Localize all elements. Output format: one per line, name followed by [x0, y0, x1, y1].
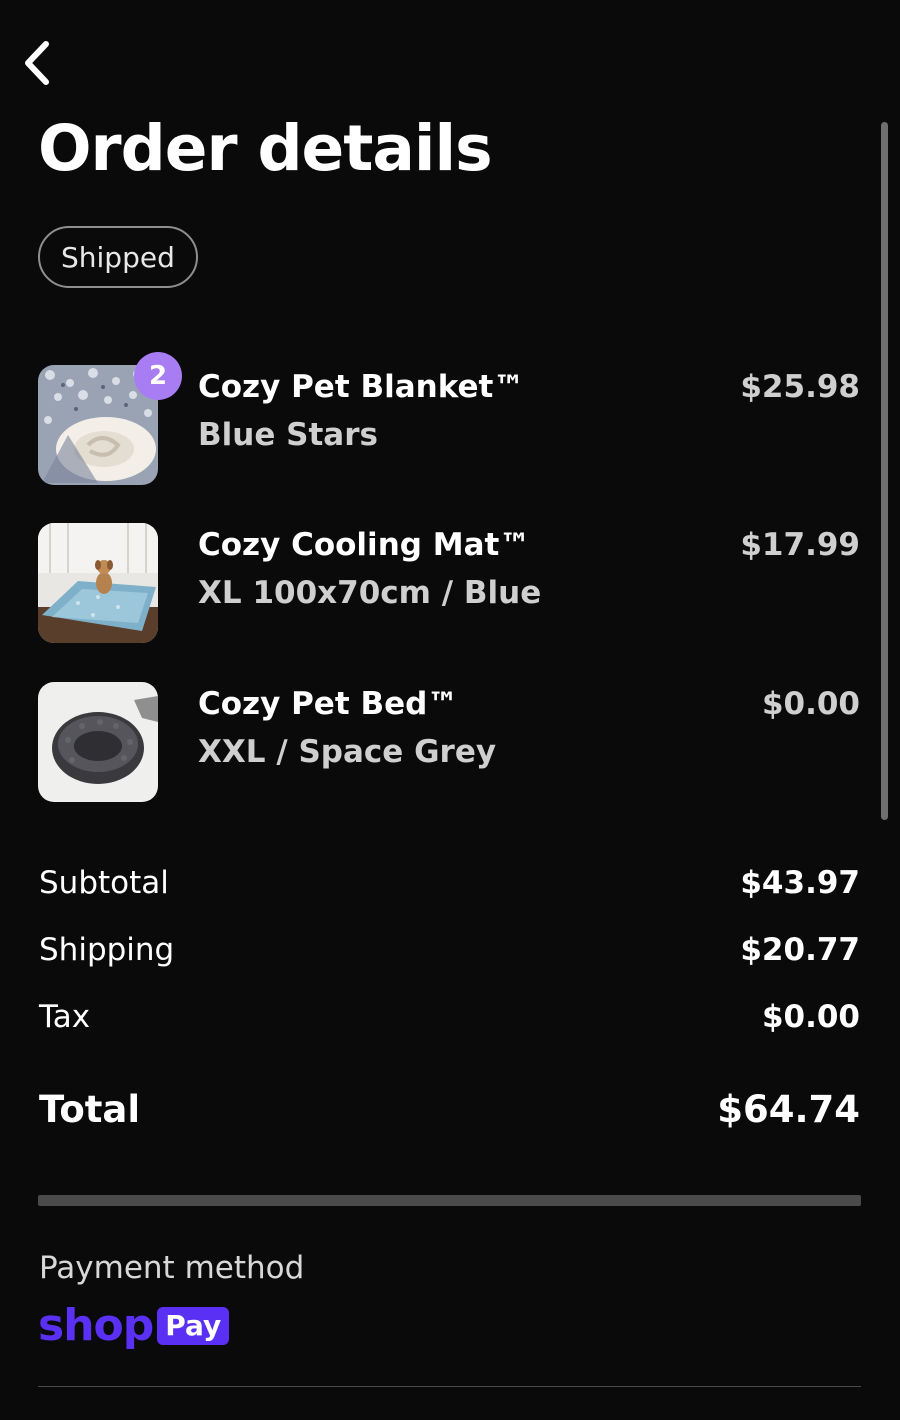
order-details-screen: Order details Shipped 2 Cozy Pet Blanket…: [0, 0, 900, 1420]
shop-pay-badge: Pay: [157, 1306, 230, 1346]
status-label: Shipped: [61, 240, 175, 274]
status-badge: Shipped: [38, 226, 198, 288]
product-image-pet-bed: [38, 682, 158, 802]
item-price: $17.99: [740, 527, 860, 563]
item-variant: XL 100x70cm / Blue: [198, 575, 542, 611]
tax-value: $0.00: [761, 999, 860, 1035]
section-divider: [38, 1195, 861, 1206]
shipping-label: Shipping: [39, 932, 175, 968]
quantity-badge: 2: [134, 352, 182, 400]
bottom-divider: [38, 1386, 861, 1387]
page-title: Order details: [38, 112, 493, 185]
item-name: Cozy Pet Blanket™: [198, 369, 525, 405]
payment-method-label: Payment method: [39, 1250, 305, 1286]
total-value: $64.74: [717, 1087, 860, 1131]
chevron-left-icon: [25, 41, 49, 85]
shop-pay-logo: shop Pay: [38, 1300, 230, 1352]
tax-row: Tax $0.00: [39, 995, 860, 1039]
tax-label: Tax: [39, 999, 91, 1035]
subtotal-row: Subtotal $43.97: [39, 861, 860, 905]
item-variant: XXL / Space Grey: [198, 734, 497, 770]
total-row: Total $64.74: [39, 1083, 860, 1135]
product-image-cooling-mat: [38, 523, 158, 643]
line-item[interactable]: Cozy Cooling Mat™ XL 100x70cm / Blue $17…: [38, 523, 860, 643]
item-price: $25.98: [740, 369, 860, 405]
shipping-value: $20.77: [740, 932, 860, 968]
item-variant: Blue Stars: [198, 417, 378, 453]
scrollbar[interactable]: [881, 122, 888, 820]
subtotal-value: $43.97: [740, 865, 860, 901]
back-button[interactable]: [18, 36, 58, 90]
line-item[interactable]: 2 Cozy Pet Blanket™ Blue Stars $25.98: [38, 352, 860, 485]
shop-pay-wordmark: shop: [38, 1300, 154, 1351]
subtotal-label: Subtotal: [39, 865, 169, 901]
shipping-row: Shipping $20.77: [39, 928, 860, 972]
item-name: Cozy Pet Bed™: [198, 686, 459, 722]
item-price: $0.00: [761, 686, 860, 722]
item-name: Cozy Cooling Mat™: [198, 527, 531, 563]
line-item[interactable]: Cozy Pet Bed™ XXL / Space Grey $0.00: [38, 682, 860, 802]
total-label: Total: [39, 1087, 141, 1131]
